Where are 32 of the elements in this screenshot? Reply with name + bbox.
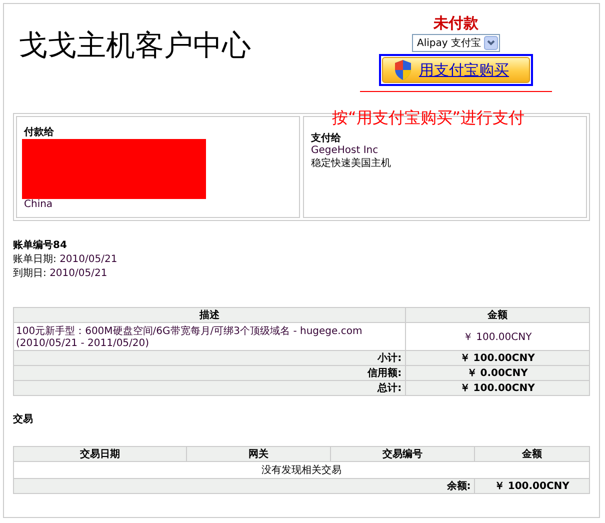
party-line: China	[24, 199, 54, 210]
total-value: ￥ 0.00CNY	[405, 366, 590, 380]
annotation-text: 按“用支付宝购买”进行支付	[332, 108, 525, 129]
column-header: 金额	[474, 446, 590, 462]
party-title: 支付给	[311, 132, 342, 145]
column-header: 交易日期	[14, 446, 186, 462]
column-header: 交易编号	[330, 446, 474, 462]
caret-icon	[484, 36, 498, 50]
shield-icon	[393, 59, 413, 81]
field-value: 2010/05/21	[60, 254, 118, 265]
party-line: GegeHost Inc	[311, 145, 380, 156]
total-label: 总计:	[14, 380, 406, 396]
balance-label: 余额:	[14, 478, 474, 494]
column-header: 网关	[186, 446, 330, 462]
field-label: 到期日:	[13, 268, 46, 279]
party-line: 稳定快速美国主机	[311, 156, 392, 170]
total-value: ￥ 100.00CNY	[405, 380, 590, 396]
field-label: 账单日期:	[13, 254, 56, 265]
column-header: 金额	[405, 308, 590, 322]
invoice-number: 账单编号84	[13, 239, 68, 253]
field-value: 2010/05/21	[50, 268, 108, 279]
gateway-select[interactable]: Alipay 支付宝	[412, 34, 500, 52]
section-title: 交易	[13, 412, 34, 426]
party-title: 付款给	[24, 126, 55, 139]
total-value: ￥ 100.00CNY	[405, 350, 590, 366]
total-label: 小计:	[14, 350, 406, 366]
balance-value: ￥ 100.00CNY	[474, 478, 590, 494]
pay-button[interactable]: 用支付宝购买	[379, 54, 533, 86]
page-title: 戈戈主机客户中心	[19, 27, 251, 64]
column-header: 描述	[14, 308, 406, 322]
payment-status: 未付款	[434, 14, 478, 33]
total-label: 信用额:	[14, 366, 406, 380]
